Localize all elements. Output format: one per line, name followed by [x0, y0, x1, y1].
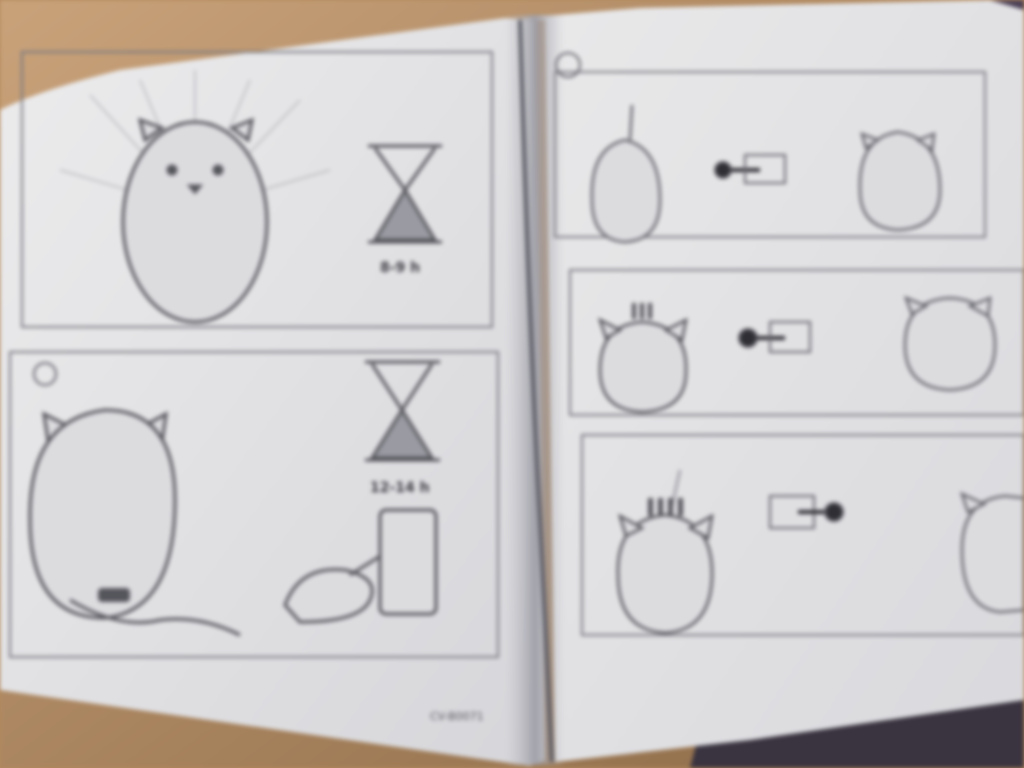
hamster-figure-2	[28, 408, 177, 620]
hamster-figure-4	[858, 130, 942, 232]
hamster-figure-5	[597, 317, 688, 414]
hamster-figure-1	[121, 117, 269, 324]
footer-code: CV-B0071	[430, 710, 484, 723]
cable-plug-icon	[98, 588, 130, 602]
hamster-figure-8	[959, 491, 1024, 614]
instruction-leaflet-photo: 8-9 h 12-14 h CV-B0071	[0, 0, 1024, 768]
step-time-1: 8-9 h	[380, 260, 420, 276]
light-bars-icon	[632, 303, 652, 319]
hamster-figure-6	[903, 295, 997, 392]
left-page	[0, 18, 545, 766]
step-time-2: 12-14 h	[370, 480, 430, 496]
photo-scene: 8-9 h 12-14 h CV-B0071	[0, 0, 1024, 768]
